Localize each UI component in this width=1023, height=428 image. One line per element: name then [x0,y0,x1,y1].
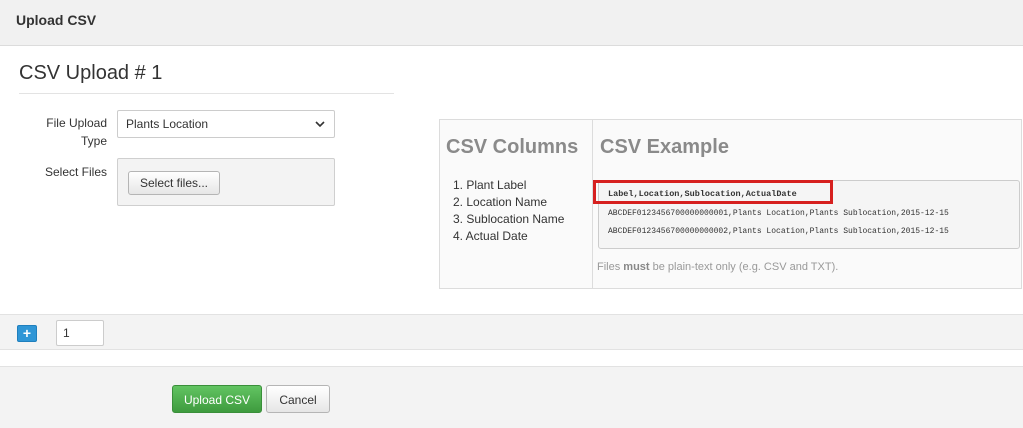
file-upload-type-select[interactable]: Plants Location [117,110,335,138]
file-upload-type-label: File Upload Type [46,116,107,148]
dialog-footer: Upload CSV Cancel [0,366,1023,428]
dialog-header: Upload CSV [0,0,1023,46]
plain-text-note: Files must be plain-text only (e.g. CSV … [597,261,838,273]
csv-info-divider [592,119,593,289]
csv-example-line: ABCDEF0123456700000000001,Plants Locatio… [608,209,949,218]
csv-columns-list: 1. Plant Label 2. Location Name 3. Sublo… [453,177,564,245]
chevron-down-icon [315,121,325,128]
csv-example-line: ABCDEF0123456700000000002,Plants Locatio… [608,227,949,236]
highlight-annotation [593,180,833,204]
add-upload-button[interactable]: + [17,325,37,342]
dialog-title: Upload CSV [16,12,97,28]
csv-example-heading: CSV Example [600,136,729,158]
section-divider [19,93,394,94]
file-drop-area[interactable]: Select files... [117,158,335,206]
note-prefix: Files [597,261,621,273]
upload-count-input[interactable] [56,320,104,346]
csv-columns-heading: CSV Columns [446,136,579,158]
list-item: 1. Plant Label [453,178,527,192]
section-title: CSV Upload # 1 [19,62,163,84]
note-emphasis: must [623,261,650,273]
add-upload-bar: + [0,314,1023,350]
cancel-button[interactable]: Cancel [266,385,330,413]
file-upload-type-value: Plants Location [126,117,209,131]
select-files-label: Select Files [44,165,107,179]
list-item: 3. Sublocation Name [453,212,565,226]
note-suffix: be plain-text only (e.g. CSV and TXT). [652,261,839,273]
list-item: 2. Location Name [453,195,548,209]
list-item: 4. Actual Date [453,229,528,243]
select-files-button[interactable]: Select files... [128,171,220,195]
upload-csv-button[interactable]: Upload CSV [172,385,262,413]
